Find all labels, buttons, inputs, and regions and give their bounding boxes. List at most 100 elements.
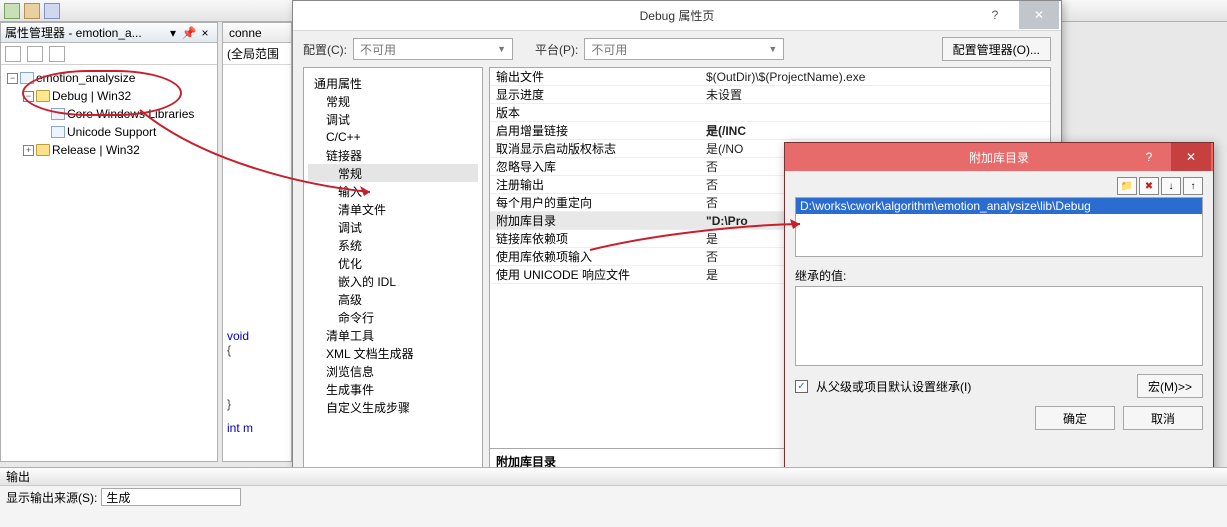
tree-label: Core Windows Libraries: [67, 107, 194, 121]
panel-header: 属性管理器 - emotion_a... ▾ 📌 ×: [1, 23, 217, 43]
toolbar-icon[interactable]: [44, 3, 60, 19]
config-manager-button[interactable]: 配置管理器(O)...: [942, 37, 1051, 61]
scope-dropdown[interactable]: (全局范围: [223, 43, 291, 65]
cat-linker-system[interactable]: 系统: [308, 236, 478, 254]
tree-root[interactable]: − emotion_analysize: [7, 69, 211, 87]
cat-build[interactable]: 生成事件: [308, 380, 478, 398]
cat-cpp[interactable]: C/C++: [308, 128, 478, 146]
inherited-label: 继承的值:: [795, 267, 1203, 284]
panel-title: 属性管理器 - emotion_a...: [5, 24, 165, 41]
cat-label: 调试: [338, 219, 362, 236]
combo-value: 不可用: [591, 41, 627, 58]
tree-core-windows-libraries[interactable]: Core Windows Libraries: [7, 105, 211, 123]
cat-label: 调试: [326, 111, 350, 128]
cancel-button[interactable]: 取消: [1123, 406, 1203, 430]
toolbar-icon[interactable]: [5, 46, 21, 62]
inherit-checkbox-label: 从父级或项目默认设置继承(I): [816, 378, 971, 395]
cat-label: 通用属性: [314, 75, 362, 92]
tree-unicode-support[interactable]: Unicode Support: [7, 123, 211, 141]
toolbar-icon[interactable]: [49, 46, 65, 62]
help-button[interactable]: ?: [975, 1, 1015, 29]
macros-button[interactable]: 宏(M)>>: [1137, 374, 1203, 398]
tree-label: Release | Win32: [52, 143, 140, 157]
code-line: int m: [227, 421, 253, 435]
output-source-combo[interactable]: 生成: [101, 488, 241, 506]
pin-icon[interactable]: 📌: [181, 25, 197, 41]
cat-linker[interactable]: 链接器: [308, 146, 478, 164]
cat-label: 自定义生成步骤: [326, 399, 410, 416]
cat-label: 输入: [338, 183, 362, 200]
collapse-icon[interactable]: −: [23, 91, 34, 102]
delete-button[interactable]: ✖: [1139, 177, 1159, 195]
lib-list[interactable]: D:\works\cwork\algorithm\emotion_analysi…: [795, 197, 1203, 257]
prop-value: [700, 104, 1050, 121]
close-button[interactable]: ✕: [1171, 143, 1211, 171]
tree-release-win32[interactable]: + Release | Win32: [7, 141, 211, 159]
toolbar-icon[interactable]: [27, 46, 43, 62]
config-row: 配置(C): 不可用▼ 平台(P): 不可用▼ 配置管理器(O)...: [293, 31, 1061, 67]
cat-linker-opt[interactable]: 优化: [308, 254, 478, 272]
cat-label: 链接器: [326, 147, 362, 164]
cat-manifest-tool[interactable]: 清单工具: [308, 326, 478, 344]
dialog-titlebar: Debug 属性页 ? ✕: [293, 1, 1061, 31]
platform-label: 平台(P):: [535, 41, 578, 58]
cat-linker-adv[interactable]: 高级: [308, 290, 478, 308]
project-icon: [20, 72, 34, 84]
prop-key: 附加库目录: [490, 212, 700, 229]
move-up-button[interactable]: ↑: [1183, 177, 1203, 195]
cat-linker-manifest[interactable]: 清单文件: [308, 200, 478, 218]
prop-value: $(OutDir)\$(ProjectName).exe: [700, 68, 1050, 85]
move-down-button[interactable]: ↓: [1161, 177, 1181, 195]
cat-label: 常规: [326, 93, 350, 110]
dropdown-icon[interactable]: ▾: [165, 25, 181, 41]
cat-linker-cmd[interactable]: 命令行: [308, 308, 478, 326]
tree-debug-win32[interactable]: − Debug | Win32: [7, 87, 211, 105]
cat-debug[interactable]: 调试: [308, 110, 478, 128]
cat-linker-idl[interactable]: 嵌入的 IDL: [308, 272, 478, 290]
code-body: void { } int m: [223, 65, 291, 439]
cat-custom[interactable]: 自定义生成步骤: [308, 398, 478, 416]
cat-linker-debug[interactable]: 调试: [308, 218, 478, 236]
prop-row-progress[interactable]: 显示进度未设置: [490, 86, 1050, 104]
toolbar-icon[interactable]: [4, 3, 20, 19]
tab-label: conne: [229, 26, 262, 40]
prop-row-version[interactable]: 版本: [490, 104, 1050, 122]
inherit-checkbox[interactable]: ✓: [795, 380, 808, 393]
property-manager-panel: 属性管理器 - emotion_a... ▾ 📌 × − emotion_ana…: [0, 22, 218, 462]
prop-key: 版本: [490, 104, 700, 121]
button-label: 确定: [1063, 410, 1087, 427]
cat-xml[interactable]: XML 文档生成器: [308, 344, 478, 362]
lib-list-item[interactable]: D:\works\cwork\algorithm\emotion_analysi…: [796, 198, 1202, 214]
prop-value: 未设置: [700, 86, 1050, 103]
output-panel: 输出 显示输出来源(S): 生成: [0, 467, 1227, 527]
cat-label: 常规: [338, 165, 362, 182]
prop-row-incremental[interactable]: 启用增量链接是(/INC: [490, 122, 1050, 140]
folder-open-icon: [36, 90, 50, 102]
prop-row-output-file[interactable]: 输出文件$(OutDir)\$(ProjectName).exe: [490, 68, 1050, 86]
cat-general[interactable]: 常规: [308, 92, 478, 110]
cat-linker-input[interactable]: 输入: [308, 182, 478, 200]
cat-label: C/C++: [326, 130, 361, 144]
platform-combo[interactable]: 不可用▼: [584, 38, 784, 60]
sheet-icon: [51, 108, 65, 120]
expand-icon[interactable]: +: [23, 145, 34, 156]
toolbar-icon[interactable]: [24, 3, 40, 19]
new-folder-button[interactable]: 📁: [1117, 177, 1137, 195]
ok-button[interactable]: 确定: [1035, 406, 1115, 430]
editor-tab[interactable]: conne: [223, 23, 291, 43]
cat-browse[interactable]: 浏览信息: [308, 362, 478, 380]
cat-label: 系统: [338, 237, 362, 254]
dialog-title: 附加库目录: [969, 149, 1029, 166]
inherited-list[interactable]: [795, 286, 1203, 366]
close-button[interactable]: ✕: [1019, 1, 1059, 29]
code-line: void: [227, 329, 287, 343]
cat-common[interactable]: 通用属性: [308, 74, 478, 92]
cat-linker-general[interactable]: 常规: [308, 164, 478, 182]
prop-key: 注册输出: [490, 176, 700, 193]
config-combo[interactable]: 不可用▼: [353, 38, 513, 60]
cat-label: 浏览信息: [326, 363, 374, 380]
close-icon[interactable]: ×: [197, 25, 213, 41]
collapse-icon[interactable]: −: [7, 73, 18, 84]
help-button[interactable]: ?: [1129, 143, 1169, 171]
lib-item-text: D:\works\cwork\algorithm\emotion_analysi…: [800, 199, 1091, 213]
